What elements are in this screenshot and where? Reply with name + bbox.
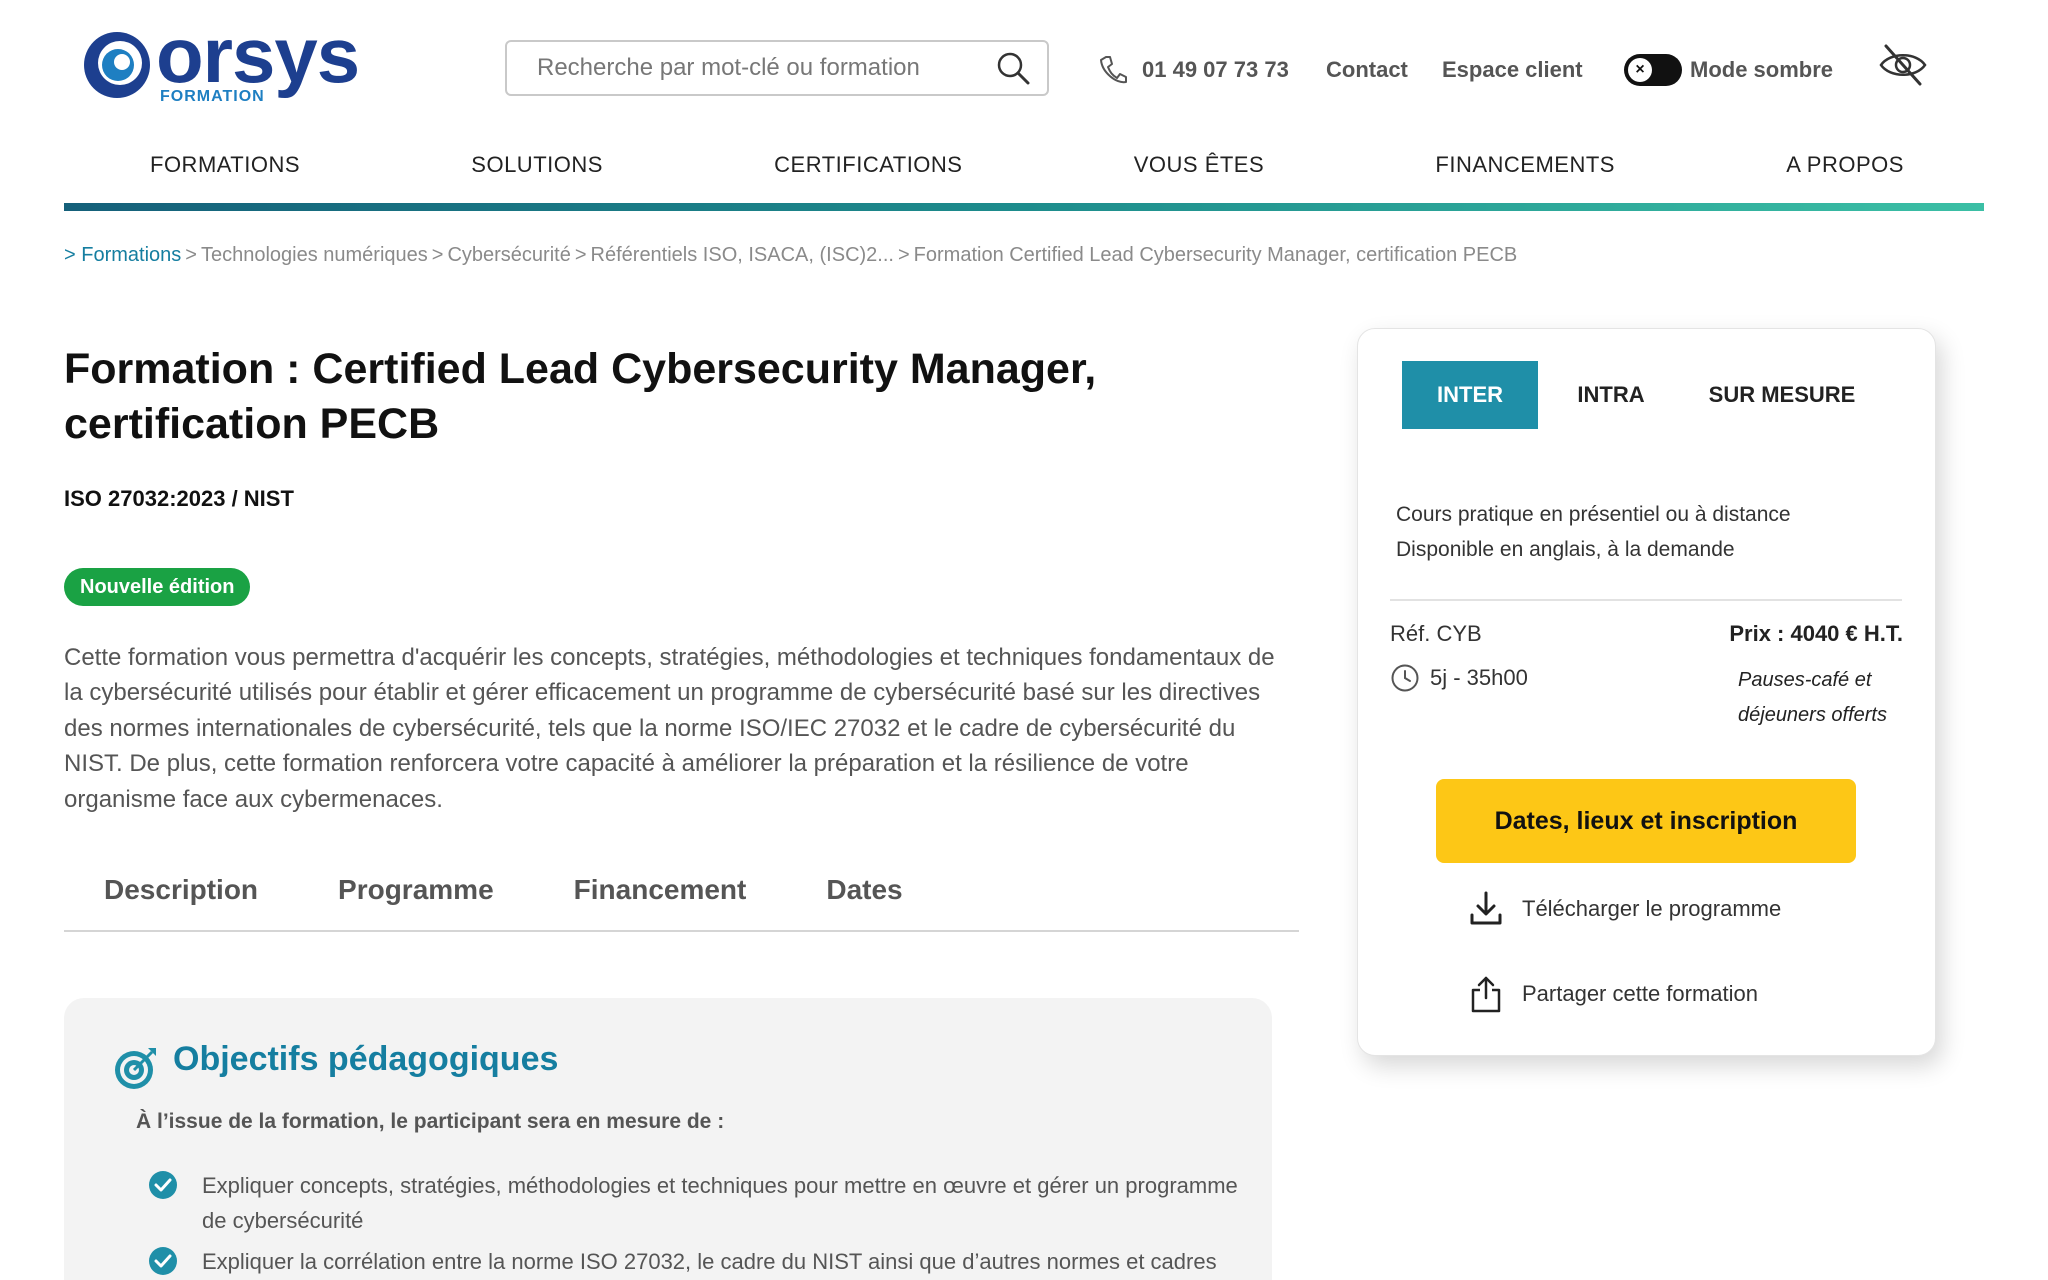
tab-sur-mesure[interactable]: SUR MESURE — [1684, 361, 1880, 429]
format-tabs: INTER INTRA SUR MESURE — [1402, 361, 1880, 429]
tab-financement[interactable]: Financement — [574, 862, 747, 930]
breadcrumb-technologies[interactable]: Technologies numériques — [201, 244, 428, 266]
contact-link[interactable]: Contact — [1326, 50, 1408, 90]
nav-item-vous-etes[interactable]: VOUS ÊTES — [1134, 140, 1264, 212]
divider — [1390, 599, 1902, 601]
share-icon — [1471, 976, 1501, 1013]
objectives-card: Objectifs pédagogiques À l’issue de la f… — [64, 998, 1272, 1280]
nav-item-a-propos[interactable]: A PROPOS — [1786, 140, 1904, 212]
list-item: Expliquer concepts, stratégies, méthodol… — [148, 1168, 1248, 1238]
nav-accent-bar — [64, 203, 1984, 211]
dates-registration-button[interactable]: Dates, lieux et inscription — [1436, 779, 1856, 863]
nav-item-formations[interactable]: FORMATIONS — [150, 140, 300, 212]
logo-wordmark: orsys — [156, 11, 360, 99]
download-program-label: Télécharger le programme — [1522, 896, 1782, 921]
phone-icon — [1100, 56, 1127, 84]
course-reference: Réf. CYB — [1390, 621, 1482, 646]
target-icon — [115, 1048, 156, 1089]
breadcrumb-cybersecurite[interactable]: Cybersécurité — [447, 244, 570, 266]
main-navigation: FORMATIONS SOLUTIONS CERTIFICATIONS VOUS… — [64, 140, 1984, 212]
eye-off-icon[interactable] — [1878, 42, 1928, 88]
objective-text: Expliquer la corrélation entre la norme … — [202, 1249, 1217, 1274]
objectives-title: Objectifs pédagogiques — [173, 1040, 559, 1078]
objective-text: Expliquer concepts, stratégies, méthodol… — [202, 1173, 1238, 1233]
included-extras: Pauses-café et déjeuners offerts — [1738, 669, 1887, 726]
share-course-label: Partager cette formation — [1522, 981, 1759, 1006]
tab-intra[interactable]: INTRA — [1538, 361, 1684, 429]
phone-link[interactable]: 01 49 07 73 73 — [1098, 50, 1289, 90]
nav-item-solutions[interactable]: SOLUTIONS — [471, 140, 603, 212]
search-box — [505, 40, 1049, 96]
list-item: Expliquer la corrélation entre la norme … — [148, 1244, 1248, 1279]
check-circle-icon — [149, 1171, 177, 1199]
tab-dates[interactable]: Dates — [826, 862, 902, 930]
phone-number: 01 49 07 73 73 — [1142, 57, 1289, 82]
clock-icon — [1391, 664, 1419, 692]
site-header: orsys FORMATION 01 49 07 73 73 Contact E… — [0, 0, 2048, 140]
format-line-1: Cours pratique en présentiel ou à distan… — [1396, 503, 1791, 526]
check-circle-icon — [149, 1247, 177, 1275]
download-program-link[interactable]: Télécharger le programme — [1468, 889, 1781, 929]
breadcrumb-formations[interactable]: > Formations — [64, 244, 181, 266]
page-title: Formation : Certified Lead Cybersecurity… — [64, 345, 1097, 448]
toggle-switch[interactable]: × — [1624, 54, 1682, 86]
share-course-link[interactable]: Partager cette formation — [1468, 974, 1758, 1014]
course-subtitle: ISO 27032:2023 / NIST — [64, 486, 294, 511]
course-duration: 5j - 35h00 — [1390, 663, 1528, 693]
logo-swirl-icon — [84, 32, 150, 98]
enrollment-card: INTER INTRA SUR MESURE Cours pratique en… — [1357, 328, 1936, 1056]
course-price: Prix : 4040 € H.T. — [1729, 621, 1903, 646]
format-description: Cours pratique en présentiel ou à distan… — [1396, 497, 1791, 567]
orsys-logo[interactable]: orsys FORMATION — [80, 16, 360, 110]
search-icon[interactable] — [995, 50, 1031, 86]
breadcrumb-current: Formation Certified Lead Cybersecurity M… — [913, 244, 1518, 266]
new-edition-badge: Nouvelle édition — [64, 568, 251, 606]
dark-mode-label: Mode sombre — [1690, 57, 1834, 82]
course-intro: Cette formation vous permettra d'acquéri… — [64, 644, 1275, 813]
nav-item-financements[interactable]: FINANCEMENTS — [1435, 140, 1615, 212]
search-input[interactable] — [537, 54, 985, 82]
breadcrumb: > Formations > Technologies numériques > Cyb… — [64, 244, 1518, 266]
download-icon — [1470, 891, 1502, 925]
format-line-2: Disponible en anglais, à la demande — [1396, 538, 1735, 561]
tab-programme[interactable]: Programme — [338, 862, 494, 930]
tab-description[interactable]: Description — [104, 862, 258, 930]
nav-item-certifications[interactable]: CERTIFICATIONS — [774, 140, 962, 212]
tab-inter[interactable]: INTER — [1402, 361, 1538, 429]
duration-text: 5j - 35h00 — [1430, 665, 1528, 690]
logo-subtitle: FORMATION — [160, 88, 265, 105]
breadcrumb-referentiels[interactable]: Référentiels ISO, ISACA, (ISC)2... — [591, 244, 894, 266]
dark-mode-toggle[interactable]: × Mode sombre — [1624, 50, 1833, 90]
close-icon: × — [1628, 58, 1652, 82]
objectives-lead: À l’issue de la formation, le participan… — [136, 1110, 725, 1133]
content-tabs: Description Programme Financement Dates — [64, 862, 1299, 932]
client-space-link[interactable]: Espace client — [1442, 50, 1583, 90]
